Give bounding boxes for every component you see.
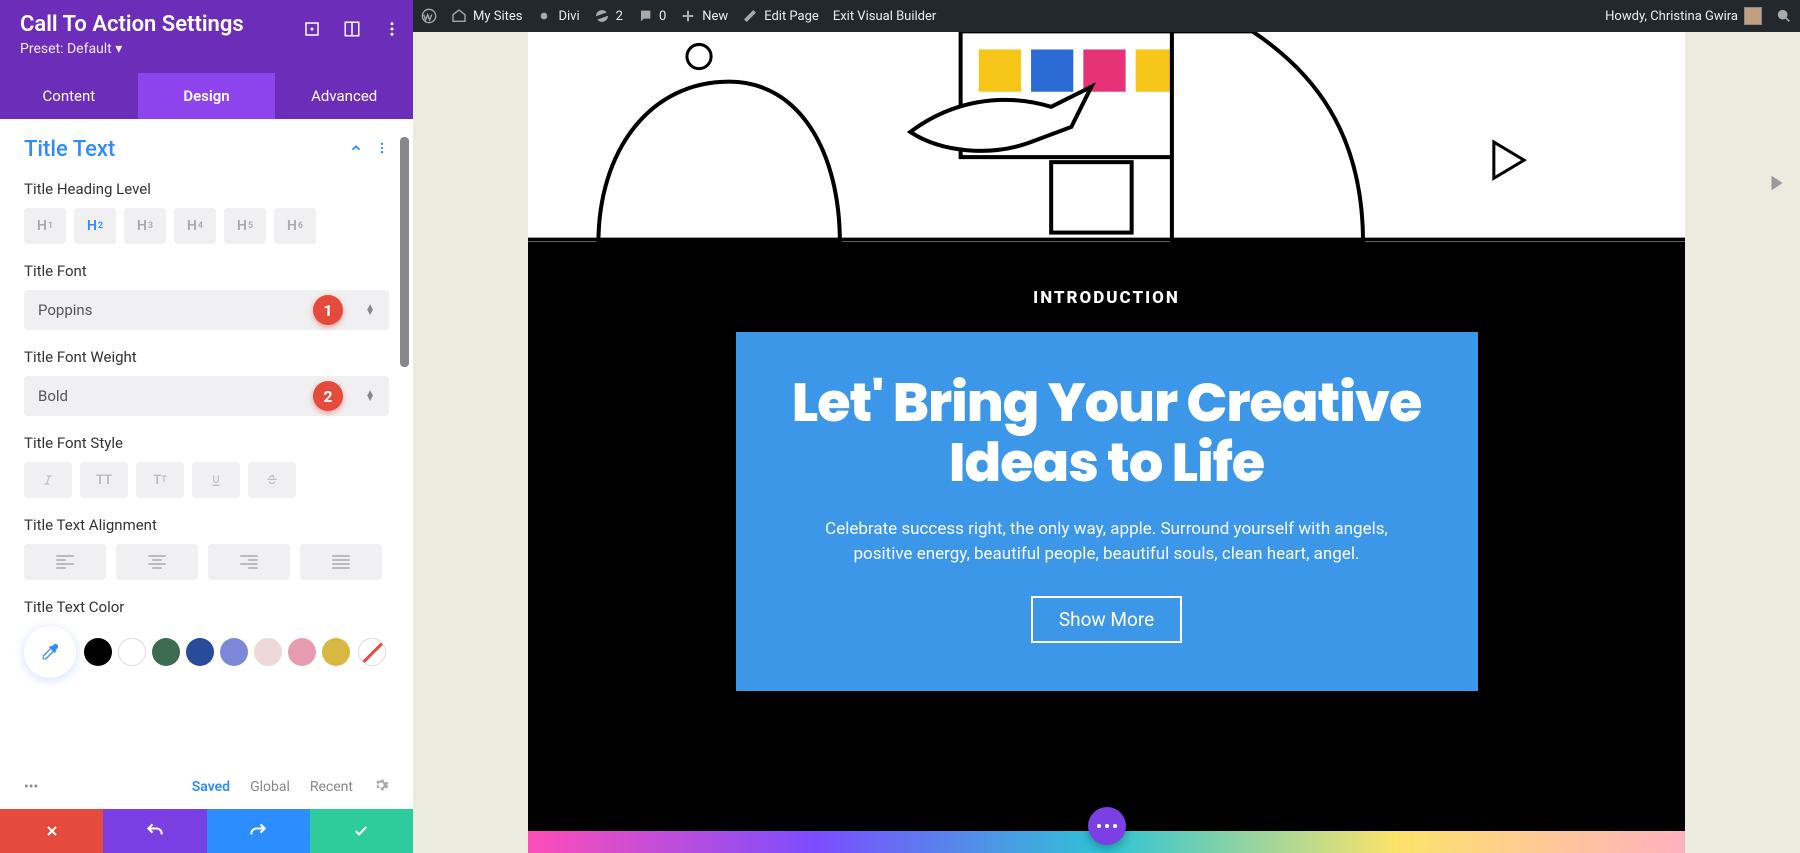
font-label: Title Font	[24, 262, 389, 280]
hero-illustration	[528, 32, 1685, 242]
color-label: Title Text Color	[24, 598, 389, 616]
color-swatch-0[interactable]	[84, 638, 112, 666]
scope-global[interactable]: Global	[250, 779, 290, 795]
comments-link[interactable]: 0	[637, 8, 666, 24]
undo-button[interactable]	[103, 809, 206, 853]
preset-selector[interactable]: Preset: Default ▾	[20, 41, 393, 57]
wp-admin-bar: My Sites Divi 2 0 New Edit Page Exit Vis…	[413, 0, 1800, 32]
color-swatch-6[interactable]	[288, 638, 316, 666]
font-value: Poppins	[38, 301, 92, 319]
more-dots-icon[interactable]: •••	[24, 779, 172, 795]
eyedropper-button[interactable]	[24, 626, 76, 678]
scrollbar[interactable]	[400, 137, 409, 367]
updates-link[interactable]: 2	[594, 8, 623, 24]
heading-h1[interactable]: H1	[24, 208, 66, 244]
align-center[interactable]	[116, 544, 198, 580]
exit-builder-link[interactable]: Exit Visual Builder	[833, 9, 936, 24]
color-swatch-2[interactable]	[152, 638, 180, 666]
color-swatch-7[interactable]	[322, 638, 350, 666]
weight-value: Bold	[38, 387, 68, 405]
cancel-button[interactable]	[0, 809, 103, 853]
site-link[interactable]: Divi	[536, 8, 579, 24]
select-arrows-icon: ▲▼	[365, 391, 375, 401]
new-link[interactable]: New	[680, 8, 728, 24]
settings-header: Call To Action Settings Preset: Default …	[0, 0, 413, 119]
cta-button[interactable]: Show More	[1031, 596, 1182, 643]
tab-advanced[interactable]: Advanced	[275, 73, 413, 119]
scope-recent[interactable]: Recent	[310, 779, 353, 795]
select-arrows-icon: ▲▼	[365, 305, 375, 315]
more-icon[interactable]	[383, 20, 401, 42]
tab-content[interactable]: Content	[0, 73, 138, 119]
page-frame: INTRODUCTION Let' Bring Your Creative Id…	[528, 32, 1685, 853]
align-left[interactable]	[24, 544, 106, 580]
settings-panel: Call To Action Settings Preset: Default …	[0, 0, 413, 853]
style-smallcaps[interactable]: TT	[136, 462, 184, 498]
color-swatch-1[interactable]	[118, 638, 146, 666]
heading-level-group: H1 H2 H3 H4 H5 H6	[24, 208, 389, 244]
heading-h3[interactable]: H3	[124, 208, 166, 244]
align-right[interactable]	[208, 544, 290, 580]
heading-h6[interactable]: H6	[274, 208, 316, 244]
color-swatch-5[interactable]	[254, 638, 282, 666]
preview-icon[interactable]	[343, 20, 361, 42]
style-uppercase[interactable]: TT	[80, 462, 128, 498]
settings-body: Title Text Title Heading Level H1 H2 H3 …	[0, 119, 413, 765]
annotation-badge-2: 2	[313, 381, 343, 411]
cta-title: Let' Bring Your Creative Ideas to Life	[766, 372, 1448, 493]
weight-label: Title Font Weight	[24, 348, 389, 366]
style-italic[interactable]	[24, 462, 72, 498]
scope-saved[interactable]: Saved	[192, 779, 230, 795]
cta-module[interactable]: INTRODUCTION Let' Bring Your Creative Id…	[736, 332, 1478, 691]
wp-logo-icon[interactable]	[421, 8, 437, 24]
align-justify[interactable]	[300, 544, 382, 580]
avatar	[1744, 7, 1762, 25]
search-icon[interactable]	[1776, 8, 1792, 24]
section-label: INTRODUCTION	[736, 288, 1478, 308]
add-module-fab[interactable]	[1088, 807, 1126, 845]
alignment-label: Title Text Alignment	[24, 516, 389, 534]
heading-h4[interactable]: H4	[174, 208, 216, 244]
color-swatch-4[interactable]	[220, 638, 248, 666]
howdy-user[interactable]: Howdy, Christina Gwira	[1605, 7, 1762, 25]
gear-icon[interactable]	[373, 777, 389, 797]
save-button[interactable]	[310, 809, 413, 853]
style-strikethrough[interactable]	[248, 462, 296, 498]
expand-icon[interactable]	[303, 20, 321, 42]
color-swatch-3[interactable]	[186, 638, 214, 666]
my-sites-link[interactable]: My Sites	[451, 8, 522, 24]
annotation-badge-1: 1	[313, 295, 343, 325]
section-title[interactable]: Title Text	[24, 137, 115, 162]
tab-design[interactable]: Design	[138, 73, 276, 119]
cta-description: Celebrate success right, the only way, a…	[766, 517, 1448, 568]
section-more-icon[interactable]	[375, 140, 389, 159]
style-underline[interactable]	[192, 462, 240, 498]
viewport-resize-handle[interactable]	[1766, 172, 1788, 198]
heading-h2[interactable]: H2	[74, 208, 116, 244]
heading-level-label: Title Heading Level	[24, 180, 389, 198]
edit-page-link[interactable]: Edit Page	[742, 8, 819, 24]
canvas: INTRODUCTION Let' Bring Your Creative Id…	[413, 32, 1800, 853]
preview-pane: My Sites Divi 2 0 New Edit Page Exit Vis…	[413, 0, 1800, 853]
style-label: Title Font Style	[24, 434, 389, 452]
color-none[interactable]	[358, 638, 386, 666]
heading-h5[interactable]: H5	[224, 208, 266, 244]
collapse-icon[interactable]	[349, 140, 363, 159]
redo-button[interactable]	[207, 809, 310, 853]
scope-row: ••• Saved Global Recent	[0, 765, 413, 809]
